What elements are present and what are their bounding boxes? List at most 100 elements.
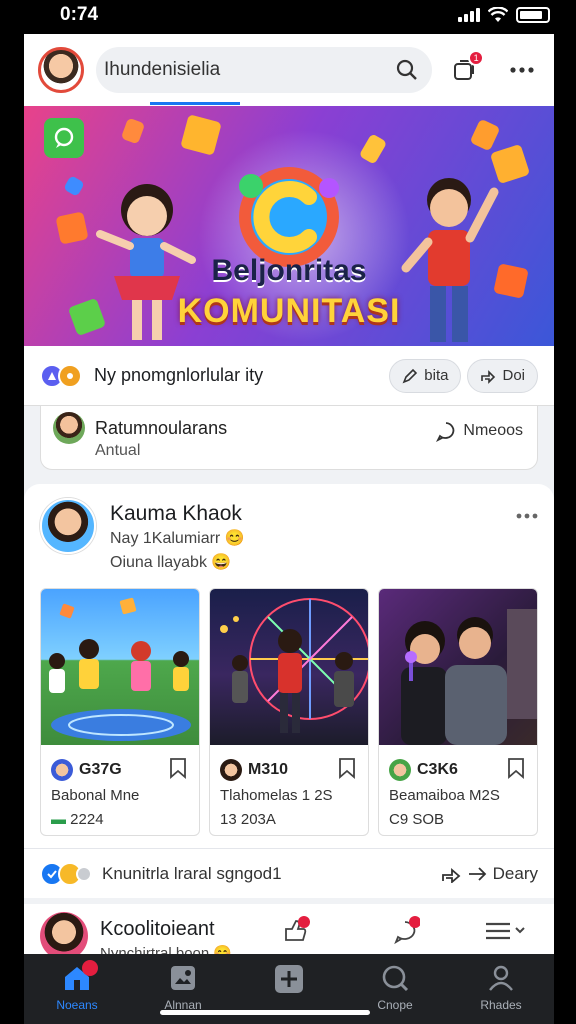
device-notch: [145, 0, 440, 34]
nav-profile[interactable]: Rhades: [448, 954, 554, 1024]
menu-icon[interactable]: [482, 916, 530, 946]
media-tile[interactable]: G37G Babonal Mne ▬ 2224: [40, 588, 200, 836]
nav-home-badge: [82, 960, 98, 976]
media-tile[interactable]: C3K6 Beamaiboa M2S C9 SOB: [378, 588, 538, 836]
chat-app-icon: [44, 118, 84, 158]
floating-cube: [469, 118, 501, 152]
share-icon: [481, 369, 496, 384]
top-header: Ihundenisielia 1: [24, 34, 554, 106]
nav-explore-label: Cnope: [377, 998, 413, 1012]
comment-avatar[interactable]: [53, 412, 85, 444]
media-tile[interactable]: M310 Tlahomelas 1 2S 13 203A: [209, 588, 369, 836]
more-icon: [510, 67, 534, 73]
nav-home[interactable]: Noeans: [24, 954, 130, 1024]
tile-stat: M310: [220, 759, 288, 781]
action-bar-text: Ny pnomgnlorlular ity: [94, 365, 264, 385]
signal-icon: [458, 8, 480, 22]
banner-subtitle: KOMUNITASI: [177, 292, 401, 330]
tile-subtitle: 13 203A: [220, 811, 276, 828]
search-bar[interactable]: Ihundenisielia: [96, 47, 433, 105]
tile-stat-avatar: [51, 759, 73, 781]
tile-subtitle: C9 SOB: [389, 811, 445, 828]
status-bar: 0:74: [0, 0, 576, 34]
search-icon[interactable]: [396, 59, 418, 81]
nav-profile-label: Rhades: [480, 998, 522, 1012]
post-author-avatar[interactable]: [40, 498, 96, 554]
tile-stat-value: G37G: [79, 761, 122, 778]
tile-flag-icon: ▬: [51, 811, 71, 828]
bookmark-icon[interactable]: [169, 757, 187, 779]
notifications-button[interactable]: 1: [446, 50, 485, 88]
tile-stat-avatar: [389, 759, 411, 781]
comment-subtitle: Antual: [95, 442, 141, 459]
wifi-icon: [488, 7, 508, 22]
share-action[interactable]: Deary: [441, 864, 538, 884]
reaction-icons: [40, 363, 82, 388]
post-text-line2: Oiuna llayabk 😄: [110, 554, 232, 571]
banner-action-bar: Ny pnomgnlorlular ity bita Doi: [24, 346, 554, 406]
tile-thumbnail[interactable]: [379, 589, 537, 745]
share-button[interactable]: Doi: [467, 358, 538, 393]
send-arrow-icon: [468, 866, 486, 881]
next-post-avatar[interactable]: [40, 912, 88, 960]
pencil-icon: [402, 368, 418, 383]
tile-thumbnail[interactable]: [210, 589, 368, 745]
share-button-label: Doi: [502, 367, 525, 384]
care-reaction-icon: [76, 865, 92, 882]
status-time: 0:74: [60, 4, 99, 25]
more-options-button[interactable]: [504, 52, 540, 88]
floating-cube: [120, 117, 146, 145]
post-text-line1: Nay 1Kalumiarr 😊: [110, 530, 245, 547]
reply-button[interactable]: Nmeoos: [435, 420, 523, 442]
status-icons: [458, 7, 550, 23]
profile-avatar[interactable]: [38, 47, 84, 93]
comment-icon[interactable]: [390, 916, 420, 946]
search-underline: [150, 102, 240, 105]
floating-cube: [63, 175, 85, 197]
media-tiles: G37G Babonal Mne ▬ 2224 M310 Tlahomelas …: [40, 588, 538, 836]
post-author-name[interactable]: Kauma Khaok: [110, 502, 242, 526]
post-reaction-icons: [40, 861, 92, 886]
notification-badge: 1: [468, 50, 485, 66]
tile-stat-value: M310: [248, 761, 289, 778]
like-icon[interactable]: [280, 916, 310, 946]
comment-bubble-icon: [436, 422, 455, 442]
bookmark-icon[interactable]: [338, 757, 356, 779]
search-input[interactable]: Ihundenisielia: [104, 59, 396, 81]
media-icon: [171, 966, 195, 990]
tile-stat-value: C3K6: [417, 761, 458, 778]
fire-reaction-icon: [58, 363, 82, 388]
feed-post: Kauma Khaok Nay 1Kalumiarr 😊 Oiuna llaya…: [24, 484, 554, 884]
profile-icon: [489, 965, 513, 991]
comment-author[interactable]: Ratumnoularans: [95, 418, 227, 439]
reaction-summary[interactable]: Knunitrla lraral sgngod1: [102, 864, 441, 884]
next-feed-post: Kcoolitoieant Nynchirtral boon 😊: [24, 898, 554, 962]
search-icon: [382, 965, 409, 992]
more-icon: [516, 513, 538, 519]
post-more-button[interactable]: [516, 502, 538, 525]
share-action-label: Deary: [492, 863, 538, 883]
tile-subtitle-text: 2224: [70, 811, 104, 828]
banner-title: Beljonritas: [211, 254, 367, 287]
share-arrow-icon: [441, 867, 461, 883]
tile-stat: C3K6: [389, 759, 458, 781]
tile-stat-avatar: [220, 759, 242, 781]
tile-stat: G37G: [51, 759, 122, 781]
tile-title: Beamaiboa M2S: [389, 787, 500, 804]
home-indicator: [160, 1010, 370, 1015]
tile-subtitle: ▬ 2224: [51, 811, 104, 828]
nav-home-label: Noeans: [56, 998, 98, 1012]
tile-title: Babonal Mne: [51, 787, 140, 804]
comment-card[interactable]: Ratumnoularans Antual Nmeoos: [40, 406, 538, 470]
community-banner[interactable]: Beljonritas KOMUNITASI: [24, 106, 554, 346]
tile-title: Tlahomelas 1 2S: [220, 787, 333, 804]
edit-button-label: bita: [424, 367, 449, 384]
bookmark-icon[interactable]: [507, 757, 525, 779]
reply-label: Nmeoos: [463, 422, 523, 439]
battery-icon: [516, 7, 550, 23]
tile-thumbnail[interactable]: [41, 589, 199, 745]
next-post-author[interactable]: Kcoolitoieant: [100, 918, 215, 941]
app-screen: Ihundenisielia 1 Beljonritas KOMUNITASI …: [24, 0, 554, 1024]
plus-icon: [275, 965, 303, 993]
edit-button[interactable]: bita: [389, 358, 462, 393]
